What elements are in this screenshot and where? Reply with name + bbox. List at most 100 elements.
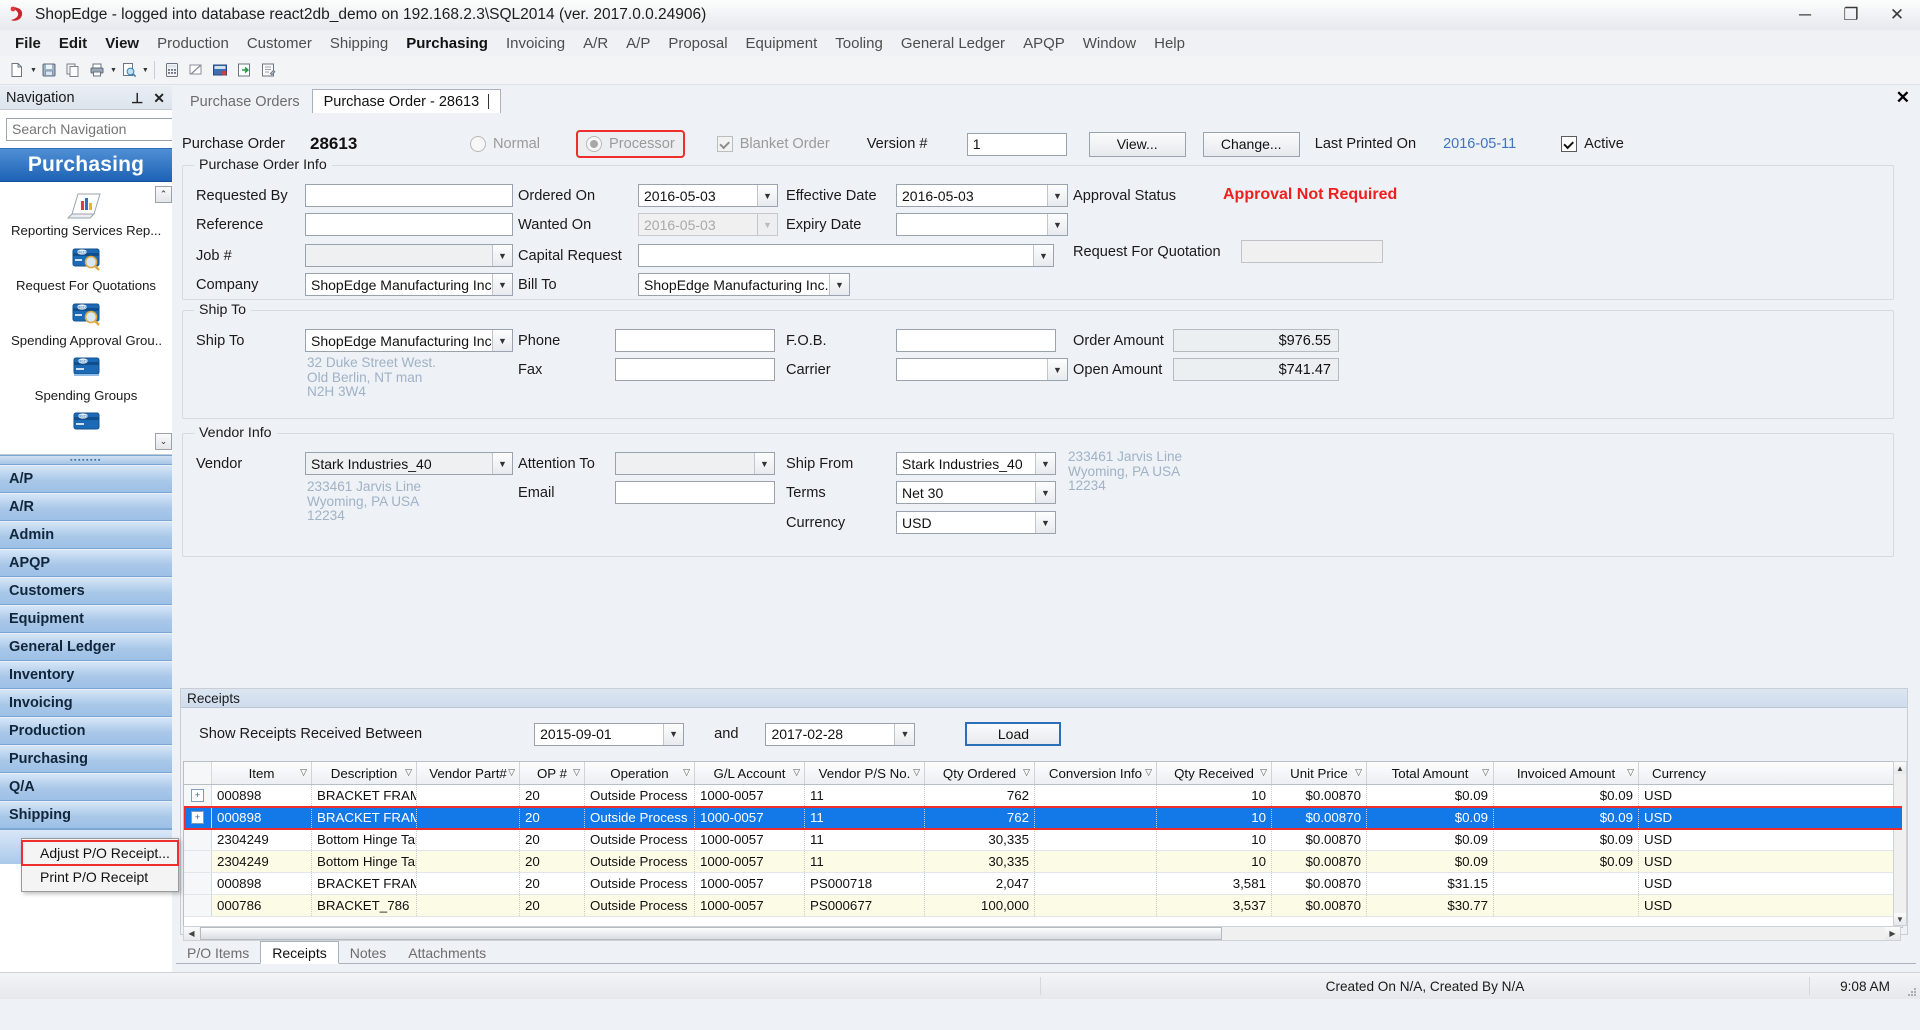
column-header-vendor-part[interactable]: Vendor Part#▽	[417, 762, 520, 784]
row-expander-cell[interactable]	[184, 829, 212, 850]
radio-normal[interactable]: Normal	[470, 136, 582, 152]
filter-icon[interactable]: ▽	[913, 767, 920, 778]
filter-icon[interactable]: ▽	[1260, 767, 1267, 778]
filter-icon[interactable]: ▽	[1023, 767, 1030, 778]
terms-combo[interactable]: Net 30 ▼	[896, 481, 1056, 504]
menu-ap[interactable]: A/P	[617, 32, 659, 55]
column-header-invoiced-amount[interactable]: Invoiced Amount▽	[1494, 762, 1639, 784]
menu-apqp[interactable]: APQP	[1014, 32, 1074, 55]
menu-general-ledger[interactable]: General Ledger	[892, 32, 1014, 55]
column-header-description[interactable]: Description▽	[312, 762, 417, 784]
menu-purchasing[interactable]: Purchasing	[397, 32, 497, 55]
scroll-up-icon[interactable]: ▲	[1894, 762, 1906, 774]
tab-purchase-orders[interactable]: Purchase Orders	[178, 89, 312, 113]
capital-request-combo[interactable]: ▼	[638, 244, 1054, 267]
table-row[interactable]: 2304249 Bottom Hinge Tap 20 Outside Proc…	[184, 829, 1902, 851]
expiry-date-datepicker[interactable]: ▼	[896, 213, 1068, 236]
filter-icon[interactable]: ▽	[508, 767, 515, 778]
chevron-down-icon[interactable]: ▼	[757, 185, 777, 206]
column-header-vendor-ps-no[interactable]: Vendor P/S No.▽	[805, 762, 925, 784]
scroll-down-icon[interactable]: ▼	[1894, 913, 1906, 925]
receipts-grid-vertical-scrollbar[interactable]: ▲ ▼	[1893, 761, 1907, 926]
sidebar-item-qa[interactable]: Q/A	[0, 773, 172, 801]
close-button[interactable]: ✕	[1874, 0, 1920, 30]
menu-production[interactable]: Production	[148, 32, 238, 55]
ship-from-combo[interactable]: Stark Industries_40 ▼	[896, 452, 1056, 475]
table-row[interactable]: + 000898 BRACKET FRAM 20 Outside Process…	[184, 785, 1902, 807]
filter-icon[interactable]: ▽	[405, 767, 412, 778]
sidebar-item-production[interactable]: Production	[0, 717, 172, 745]
sidebar-item-equipment[interactable]: Equipment	[0, 605, 172, 633]
save-icon[interactable]	[38, 59, 60, 81]
filter-icon[interactable]: ▽	[1355, 767, 1362, 778]
scroll-down-icon[interactable]: ⌄	[155, 433, 172, 450]
tab-attachments[interactable]: Attachments	[397, 942, 497, 963]
fob-input[interactable]	[896, 329, 1056, 352]
column-header-operation[interactable]: Operation▽	[585, 762, 695, 784]
new-document-icon[interactable]	[6, 59, 28, 81]
maximize-button[interactable]: ❐	[1828, 0, 1874, 30]
context-menu-item-adjust-po-receipt[interactable]: Adjust P/O Receipt...	[22, 841, 178, 865]
print-dropdown-icon[interactable]: ▼	[110, 67, 117, 74]
filter-icon[interactable]: ▽	[573, 767, 580, 778]
chevron-down-icon[interactable]: ▼	[754, 453, 774, 474]
row-expander-cell[interactable]: +	[184, 807, 212, 828]
reference-input[interactable]	[305, 213, 513, 236]
currency-combo[interactable]: USD ▼	[896, 511, 1056, 534]
menu-shipping[interactable]: Shipping	[321, 32, 397, 55]
calculator-icon[interactable]	[161, 59, 183, 81]
chevron-down-icon[interactable]: ▼	[492, 453, 512, 474]
carrier-combo[interactable]: ▼	[896, 358, 1068, 381]
tab-receipts[interactable]: Receipts	[260, 941, 338, 964]
copy-icon[interactable]	[62, 59, 84, 81]
chevron-down-icon[interactable]: ▼	[1035, 453, 1055, 474]
column-header-qty-ordered[interactable]: Qty Ordered▽	[925, 762, 1035, 784]
menu-customer[interactable]: Customer	[238, 32, 321, 55]
chevron-down-icon[interactable]: ▼	[1047, 214, 1067, 235]
chevron-down-icon[interactable]: ▼	[492, 330, 512, 351]
context-menu-item-print-po-receipt[interactable]: Print P/O Receipt	[22, 865, 178, 889]
menu-invoicing[interactable]: Invoicing	[497, 32, 574, 55]
column-header-item[interactable]: Item▽	[212, 762, 312, 784]
sidebar-item-shipping[interactable]: Shipping	[0, 801, 172, 829]
filter-icon[interactable]: ▽	[1145, 767, 1152, 778]
table-row[interactable]: + 000898 BRACKET FRAM 20 Outside Process…	[184, 807, 1902, 829]
bill-to-combo[interactable]: ShopEdge Manufacturing Inc. ▼	[638, 273, 850, 296]
row-expander-cell[interactable]	[184, 873, 212, 894]
nav-item-spending-approval-groups[interactable]: CREDIT Spending Approval Grou...	[0, 293, 172, 348]
column-header-qty-received[interactable]: Qty Received▽	[1157, 762, 1272, 784]
version-value[interactable]: 1	[967, 133, 1067, 156]
sidebar-item-ap[interactable]: A/P	[0, 465, 172, 493]
print-icon[interactable]	[86, 59, 108, 81]
tab-purchase-order-28613[interactable]: Purchase Order - 28613	[312, 89, 502, 114]
column-header-total-amount[interactable]: Total Amount▽	[1367, 762, 1494, 784]
sidebar-item-customers[interactable]: Customers	[0, 577, 172, 605]
chevron-down-icon[interactable]: ▼	[1047, 185, 1067, 206]
phone-input[interactable]	[615, 329, 775, 352]
requested-by-input[interactable]	[305, 184, 513, 207]
menu-ar[interactable]: A/R	[574, 32, 617, 55]
view-version-button[interactable]: View...	[1089, 132, 1186, 157]
column-header-unit-price[interactable]: Unit Price▽	[1272, 762, 1367, 784]
database-icon[interactable]	[209, 59, 231, 81]
filter-icon[interactable]: ▽	[683, 767, 690, 778]
navigation-icon-scrollbar[interactable]: ⌃ ⌄	[155, 186, 170, 450]
column-header-gl-account[interactable]: G/L Account▽	[695, 762, 805, 784]
radio-processor[interactable]: Processor	[578, 132, 683, 156]
menu-help[interactable]: Help	[1145, 32, 1194, 55]
email-input[interactable]	[615, 481, 775, 504]
menu-file[interactable]: File	[6, 32, 50, 55]
nav-item-request-for-quotations[interactable]: CREDIT Request For Quotations	[0, 238, 172, 293]
sidebar-item-invoicing[interactable]: Invoicing	[0, 689, 172, 717]
table-row[interactable]: 000898 BRACKET FRAM 20 Outside Process 1…	[184, 873, 1902, 895]
chevron-down-icon[interactable]: ▼	[1035, 512, 1055, 533]
export-icon[interactable]	[233, 59, 255, 81]
expand-icon[interactable]: +	[191, 789, 204, 802]
checkbox-blanket-order[interactable]: Blanket Order	[717, 136, 867, 152]
nav-item-spending-groups[interactable]: CREDIT Spending Groups	[0, 348, 172, 403]
ordered-on-datepicker[interactable]: 2016-05-03 ▼	[638, 184, 778, 207]
tab-po-items[interactable]: P/O Items	[176, 942, 260, 963]
fax-input[interactable]	[615, 358, 775, 381]
sidebar-item-admin[interactable]: Admin	[0, 521, 172, 549]
table-row[interactable]: 000786 BRACKET_786 20 Outside Process 10…	[184, 895, 1902, 917]
